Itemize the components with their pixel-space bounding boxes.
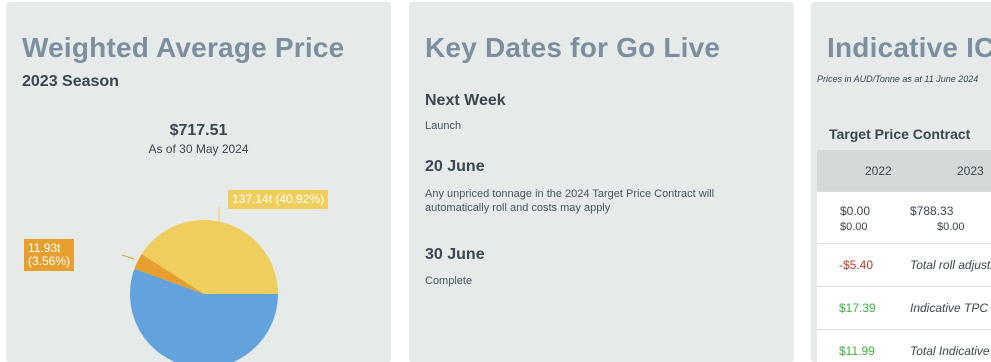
table-row: -$5.40 Total roll adjustment (817, 243, 991, 286)
key-date-heading: 30 June (425, 246, 485, 263)
cell: -$5.40 (839, 258, 874, 272)
key-date-text: Launch (425, 120, 462, 132)
table-row: $0.00 $0.00 $788.33 $0.00 (817, 191, 991, 243)
price-note: Prices in AUD/Tonne as at 11 June 2024 (817, 74, 979, 84)
column-header: 2023 (957, 164, 984, 178)
cell: Total roll adjustment (910, 258, 991, 272)
indicative-card: Indicative ICP Prices in AUD/Tonne as at… (811, 2, 991, 362)
key-date-text: Complete (425, 275, 473, 287)
cell: $17.39 (839, 301, 876, 315)
table-row: $17.39 Indicative TPC (817, 286, 991, 329)
column-header: 2022 (865, 164, 892, 178)
cell: Indicative TPC (910, 301, 989, 315)
table-row: $11.99 Total Indicative (817, 329, 991, 362)
key-date-text: Any unpriced tonnage in the 2024 Target … (425, 188, 715, 214)
cell: $0.00 (937, 221, 965, 233)
slice-label-yellow: 137.14t (40.92%) (228, 190, 329, 209)
price-table: 2022 2023 $0.00 $0.00 $788.33 $0.00 -$5.… (817, 150, 991, 362)
cell: $0.00 (840, 204, 871, 218)
key-date-heading: 20 June (425, 158, 485, 175)
cell: $0.00 (840, 221, 868, 233)
card-title: Indicative ICP (827, 32, 991, 63)
slice-label-orange: 11.93t (3.56%) (24, 239, 75, 271)
section-heading: Target Price Contract (829, 126, 971, 142)
cell: $788.33 (910, 204, 954, 218)
weighted-average-card: Weighted Average Price 2023 Season $717.… (6, 2, 391, 362)
table-header: 2022 2023 (817, 150, 991, 191)
pie-chart (121, 207, 278, 362)
card-title: Key Dates for Go Live (425, 32, 721, 63)
key-dates-card: Key Dates for Go Live Next Week Launch 2… (409, 2, 794, 362)
key-date-heading: Next Week (425, 92, 506, 109)
leader-line-orange (121, 254, 135, 260)
